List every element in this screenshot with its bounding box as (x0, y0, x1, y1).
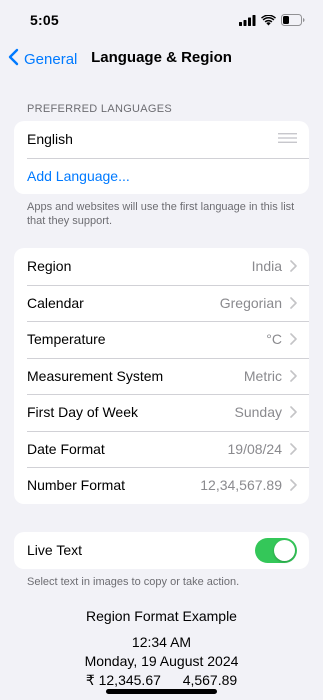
live-text-label: Live Text (27, 542, 82, 559)
region-row[interactable]: Region India (14, 248, 309, 285)
calendar-row[interactable]: Calendar Gregorian (14, 284, 309, 322)
temperature-row[interactable]: Temperature °C (14, 321, 309, 358)
first-day-of-week-value: Sunday (234, 404, 282, 421)
number-format-value: 12,34,567.89 (200, 477, 282, 494)
chevron-right-icon (290, 406, 297, 419)
live-text-toggle[interactable] (255, 537, 297, 563)
number-format-row[interactable]: Number Format 12,34,567.89 (14, 467, 309, 504)
first-day-of-week-label: First Day of Week (27, 404, 138, 421)
first-day-of-week-row[interactable]: First Day of Week Sunday (14, 394, 309, 431)
temperature-value: °C (266, 331, 282, 348)
temperature-label: Temperature (27, 331, 106, 348)
status-icons (239, 13, 305, 31)
calendar-label: Calendar (27, 294, 84, 311)
language-label: English (27, 131, 73, 148)
calendar-value: Gregorian (219, 294, 282, 311)
example-currency: ₹ 12,345.67 (85, 672, 161, 688)
measurement-system-row[interactable]: Measurement System Metric (14, 357, 309, 395)
reorder-handle-icon[interactable] (278, 130, 297, 148)
example-date: Monday, 19 August 2024 (84, 653, 239, 669)
status-bar: 5:05 (0, 0, 323, 40)
region-value: India (251, 258, 282, 275)
page-title: Language & Region (91, 49, 232, 66)
live-text-footer: Select text in images to copy or take ac… (27, 576, 240, 588)
region-label: Region (27, 258, 72, 275)
example-numbers: ₹ 12,345.67 4,567.89 (0, 671, 323, 690)
preferred-languages-footer: Apps and websites will use the first lan… (27, 201, 295, 227)
toggle-knob (274, 539, 295, 561)
preferred-languages-group: English Add Language... (14, 121, 309, 194)
preferred-languages-header: PREFERRED LANGUAGES (27, 103, 173, 115)
chevron-right-icon (290, 442, 297, 455)
region-format-example-title: Region Format Example (86, 608, 237, 624)
battery-icon (281, 13, 305, 31)
home-indicator (106, 689, 217, 694)
chevron-right-icon (290, 296, 297, 309)
chevron-right-icon (290, 479, 297, 492)
region-format-example: Region Format Example 12:34 AM Monday, 1… (0, 608, 323, 690)
add-language-label: Add Language... (27, 167, 130, 184)
date-format-value: 19/08/24 (227, 440, 283, 457)
chevron-right-icon (290, 369, 297, 382)
live-text-group: Live Text (14, 532, 309, 569)
example-number: 4,567.89 (182, 672, 238, 688)
number-format-label: Number Format (27, 477, 126, 494)
region-settings-group: Region India Calendar Gregorian Temperat… (14, 248, 309, 504)
language-row-english[interactable]: English (14, 121, 309, 158)
chevron-right-icon (290, 260, 297, 273)
live-text-row: Live Text (14, 532, 309, 569)
measurement-system-label: Measurement System (27, 367, 164, 384)
date-format-label: Date Format (27, 440, 105, 457)
example-time: 12:34 AM (131, 634, 192, 650)
status-time: 5:05 (30, 12, 59, 28)
add-language-button[interactable]: Add Language... (14, 157, 309, 195)
wifi-icon (261, 13, 276, 31)
measurement-system-value: Metric (243, 367, 282, 384)
signal-icon (239, 13, 256, 31)
date-format-row[interactable]: Date Format 19/08/24 (14, 430, 309, 468)
navigation-bar: General Language & Region (0, 40, 323, 76)
chevron-right-icon (290, 333, 297, 346)
